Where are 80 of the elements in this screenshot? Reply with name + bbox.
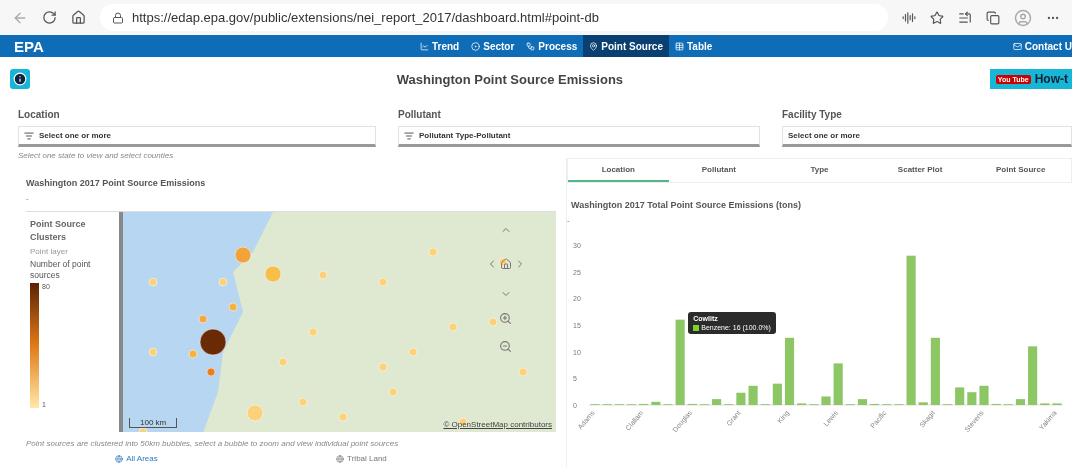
chart-tab[interactable]: Type [769, 159, 870, 182]
address-bar[interactable]: https://edap.epa.gov/public/extensions/nei_report_2017/dashboard.html#point-db [100, 4, 888, 31]
favorites-icon[interactable] [958, 10, 972, 25]
home-icon [500, 258, 512, 270]
bar[interactable] [712, 399, 722, 405]
map-scale: 100 km [129, 418, 178, 428]
filter-icon [24, 130, 34, 141]
contact-link[interactable]: Contact U [1012, 40, 1072, 52]
legend-layer: Point layer [30, 247, 69, 256]
area-option[interactable]: Tribal Land [336, 454, 387, 463]
zoom-out-icon [499, 340, 512, 353]
chart-line-icon [420, 41, 429, 51]
globe-icon [336, 454, 345, 463]
home-icon[interactable] [71, 10, 86, 25]
mail-icon [1012, 41, 1022, 51]
bar[interactable] [1015, 399, 1026, 405]
nav-link[interactable]: Point Source [583, 35, 669, 57]
bar[interactable] [930, 337, 940, 405]
filter-label: Pollutant [398, 109, 442, 120]
bar[interactable] [906, 255, 916, 405]
bar[interactable] [784, 337, 795, 405]
bar[interactable] [675, 319, 685, 405]
zoom-in-button[interactable] [499, 312, 512, 325]
panel-title: Washington 2017 Point Source Emissions [26, 178, 207, 188]
chart-subtitle: - [567, 216, 571, 225]
bar[interactable] [955, 387, 965, 405]
avatar-icon[interactable] [1014, 8, 1032, 27]
bar[interactable] [979, 385, 989, 405]
video-link-text: How-t [1034, 72, 1068, 86]
url-text: https://edap.epa.gov/public/extensions/nei_report_2017/dashboard.html#point-db [132, 10, 599, 25]
globe-icon [115, 454, 124, 463]
star-icon[interactable] [930, 10, 944, 25]
collections-icon[interactable] [986, 10, 1000, 25]
bar[interactable] [651, 401, 661, 405]
filter-dropdown[interactable]: Pollutant Type-Pollutant [398, 126, 760, 147]
table-icon [674, 41, 684, 51]
workflow-icon [526, 41, 536, 51]
panel-subtitle: - [26, 194, 30, 203]
chart-tab[interactable]: Scatter Plot [869, 159, 971, 182]
nav-link[interactable]: Process [520, 35, 584, 57]
nav-link[interactable]: Trend [414, 35, 466, 57]
circle-icon [471, 41, 481, 51]
bar[interactable] [748, 385, 758, 405]
zoom-in-icon [499, 312, 512, 325]
bar[interactable] [833, 363, 843, 405]
bar[interactable] [967, 392, 977, 405]
bar[interactable] [772, 383, 782, 405]
attribution-link[interactable]: © OpenStreetMap contributors [443, 420, 552, 429]
info-button[interactable] [10, 69, 30, 89]
filter-dropdown[interactable]: Select one or more [782, 126, 1072, 147]
area-option[interactable]: All Areas [115, 454, 158, 463]
nav-link[interactable]: Table [668, 35, 719, 57]
pin-icon [589, 41, 599, 51]
nav-link[interactable]: Sector [465, 35, 521, 57]
info-icon [13, 72, 27, 86]
legend-measure: Number of point sources [30, 259, 92, 281]
reload-icon[interactable] [42, 10, 57, 25]
chart-tab[interactable]: Point Source [970, 159, 1071, 182]
bar[interactable] [821, 396, 831, 405]
map-caption: Point sources are clustered into 50km bubbles, select a bubble to zoom and view individual point sources [26, 439, 400, 448]
filter-hint: Select one state to view and select counties [18, 151, 175, 160]
read-aloud-icon[interactable] [902, 10, 916, 25]
bar[interactable] [736, 392, 746, 405]
bar[interactable] [918, 402, 928, 405]
bar[interactable] [1028, 346, 1038, 405]
map-placeholder[interactable]: 100 km © OpenStreetMap contributors [123, 212, 556, 432]
filter-label: Facility Type [782, 109, 843, 120]
zoom-out-button[interactable] [499, 340, 512, 353]
bar[interactable] [857, 399, 868, 405]
filter-label: Location [18, 109, 61, 120]
lock-icon [112, 11, 124, 24]
chart-tab[interactable]: Pollutant [668, 159, 770, 182]
chart-title: Washington 2017 Total Point Source Emissions (tons) [571, 200, 803, 210]
legend-title: Point Source Clusters [30, 218, 87, 244]
page-title: Washington Point Source Emissions [395, 71, 625, 87]
filter-icon [404, 130, 414, 141]
logo[interactable]: EPA [14, 37, 414, 55]
filter-dropdown[interactable]: Select one or more [18, 126, 376, 147]
home-button[interactable] [500, 258, 512, 270]
chart-tab[interactable]: Location [568, 159, 669, 182]
